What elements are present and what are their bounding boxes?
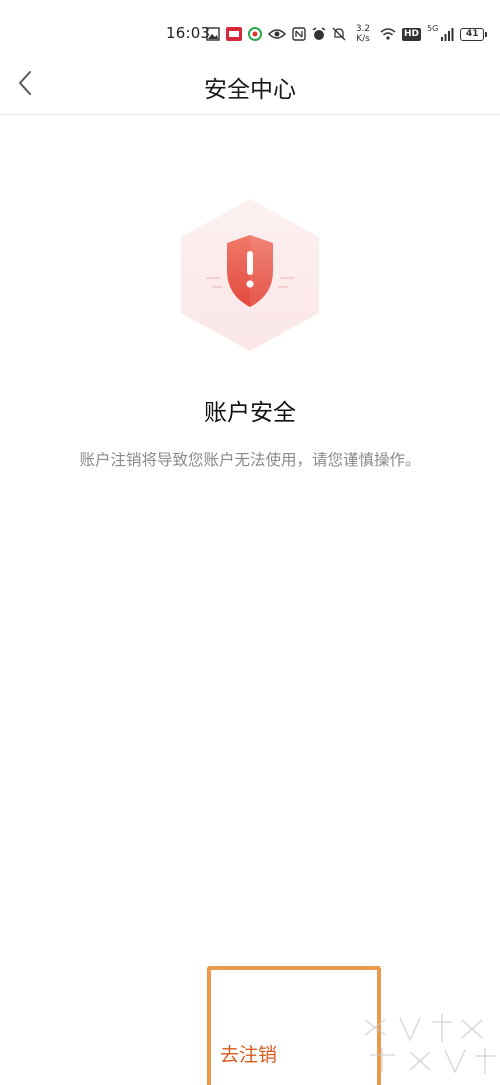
net-speed-value: 3.2 <box>355 24 371 34</box>
shield-warning-icon <box>181 199 319 351</box>
app-badge-icon <box>226 27 242 41</box>
status-time: 16:03 <box>166 24 211 42</box>
eye-icon <box>268 29 286 39</box>
hd-badge: HD <box>402 27 422 41</box>
battery-indicator: 41 <box>460 27 488 41</box>
signal-label: 5G <box>427 24 439 33</box>
mute-bell-icon <box>332 27 346 41</box>
battery-cap <box>485 31 488 37</box>
watermark <box>350 1000 500 1085</box>
wifi-icon <box>380 28 396 40</box>
signal-icon <box>441 28 454 41</box>
status-icons: 3.2 K/s HD 5G 41 <box>206 20 488 48</box>
section-title: 账户安全 <box>204 400 296 426</box>
nav-bar: 安全中心 <box>0 56 500 115</box>
nfc-icon <box>292 27 306 41</box>
app-circle-icon <box>248 27 262 41</box>
network-speed: 3.2 K/s <box>352 24 374 44</box>
status-bar: 16:03 3.2 K/s HD 5G 41 <box>0 0 500 64</box>
net-speed-unit: K/s <box>356 34 370 44</box>
alarm-icon <box>312 27 326 40</box>
security-illustration <box>175 195 325 355</box>
page-title: 安全中心 <box>204 77 296 103</box>
watermark-pattern <box>364 1014 495 1074</box>
deregister-button[interactable]: 去注销 <box>220 1040 277 1067</box>
warning-description: 账户注销将导致您账户无法使用，请您谨慎操作。 <box>79 451 421 469</box>
battery-level: 41 <box>466 29 479 39</box>
image-icon <box>206 27 220 41</box>
